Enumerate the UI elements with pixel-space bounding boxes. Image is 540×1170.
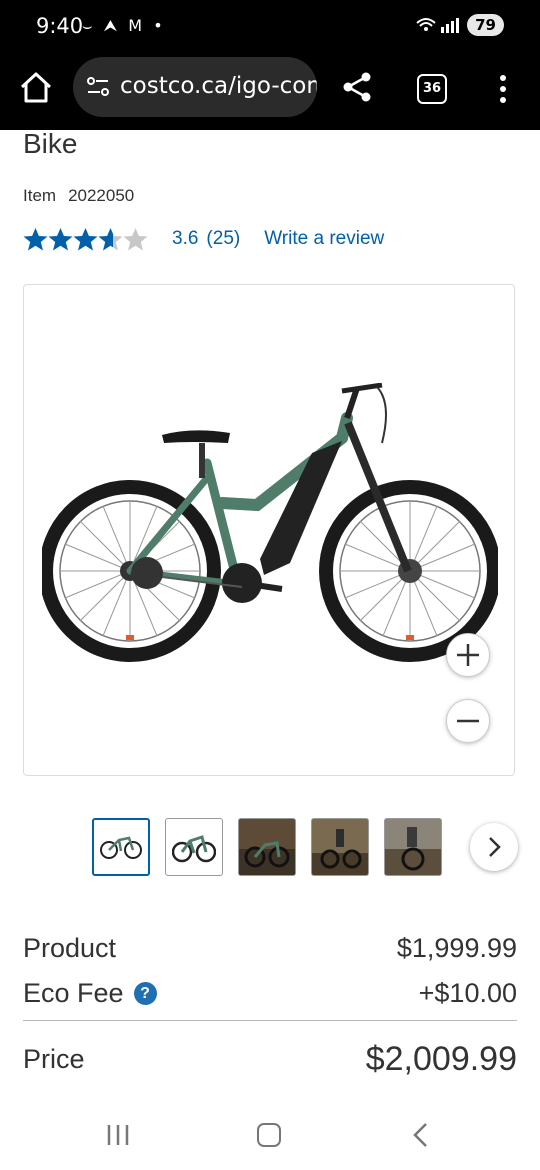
status-time: 9:40: [36, 14, 84, 38]
system-nav-bar: [0, 1100, 540, 1170]
product-price: $1,999.99: [396, 933, 517, 963]
rating-row: 3.6 (25) Write a review: [23, 224, 384, 254]
star-icon: [23, 227, 48, 250]
thumbnail-strip: [92, 818, 442, 878]
total-price-row: Price $2,009.99: [23, 1040, 517, 1079]
site-settings-icon[interactable]: [85, 74, 111, 100]
review-count[interactable]: (25): [206, 228, 240, 249]
write-review-link[interactable]: Write a review: [264, 228, 384, 250]
product-label: Product: [23, 933, 117, 963]
item-number-line: Item 2022050: [23, 186, 134, 206]
thumbnail-2[interactable]: [165, 818, 223, 876]
rating-value[interactable]: 3.6: [172, 228, 198, 249]
recents-icon[interactable]: [106, 1124, 130, 1146]
eco-fee-label-group: Eco Fee ?: [23, 978, 157, 1009]
tabs-icon[interactable]: 36: [417, 74, 447, 104]
lifestyle-photo-thumbnail: [312, 819, 368, 875]
wifi-signal-icon: [416, 18, 460, 33]
price-divider: [23, 1020, 517, 1021]
item-label: Item: [23, 186, 57, 205]
thumbnail-1[interactable]: [92, 818, 150, 876]
help-icon[interactable]: ?: [133, 982, 157, 1005]
chevron-right-icon: [489, 837, 501, 857]
back-icon[interactable]: [410, 1122, 430, 1148]
product-title: Bike: [23, 128, 78, 159]
total-price: $2,009.99: [365, 1040, 517, 1078]
product-image-viewer[interactable]: [23, 284, 515, 776]
bike-thumbnail-icon: [100, 836, 142, 859]
eco-fee-value: +$10.00: [418, 978, 517, 1008]
address-bar[interactable]: costco.ca/igo-com: [73, 57, 317, 117]
e-bike-image: [42, 383, 498, 662]
status-bar: 9:40 ⌣ ⮝ M • 79: [0, 0, 540, 54]
menu-icon[interactable]: [493, 72, 513, 104]
share-icon[interactable]: [340, 70, 374, 104]
bike-thumbnail-icon: [172, 835, 216, 863]
url-text[interactable]: costco.ca/igo-com: [120, 73, 317, 99]
browser-toolbar: costco.ca/igo-com 36: [0, 54, 540, 130]
battery-indicator: 79: [467, 14, 504, 36]
thumbnail-4[interactable]: [311, 818, 369, 876]
zoom-in-icon: [457, 644, 479, 666]
star-rating[interactable]: [23, 227, 148, 252]
eco-fee-row: Eco Fee ? +$10.00: [23, 978, 517, 1009]
star-icon: [123, 227, 148, 250]
home-icon[interactable]: [18, 70, 54, 106]
thumbnail-5[interactable]: [384, 818, 442, 876]
star-icon: [98, 227, 123, 250]
lifestyle-photo-thumbnail: [239, 819, 295, 875]
zoom-out-icon: [457, 719, 479, 723]
zoom-in-button[interactable]: [446, 633, 490, 677]
product-price-row: Product $1,999.99: [23, 933, 517, 964]
rating-summary[interactable]: 3.6 (25): [172, 228, 240, 250]
lifestyle-photo-thumbnail: [385, 819, 441, 875]
star-icon: [48, 227, 73, 250]
home-circle-icon[interactable]: [257, 1123, 281, 1147]
item-number: 2022050: [68, 186, 135, 205]
star-icon: [73, 227, 98, 250]
notification-icons: ⌣ ⮝ M •: [82, 16, 166, 35]
thumbnail-3[interactable]: [238, 818, 296, 876]
eco-fee-label: Eco Fee: [23, 978, 124, 1008]
zoom-out-button[interactable]: [446, 699, 490, 743]
status-right: 79: [415, 14, 504, 36]
next-thumbnail-button[interactable]: [470, 823, 518, 871]
price-label: Price: [23, 1044, 85, 1074]
